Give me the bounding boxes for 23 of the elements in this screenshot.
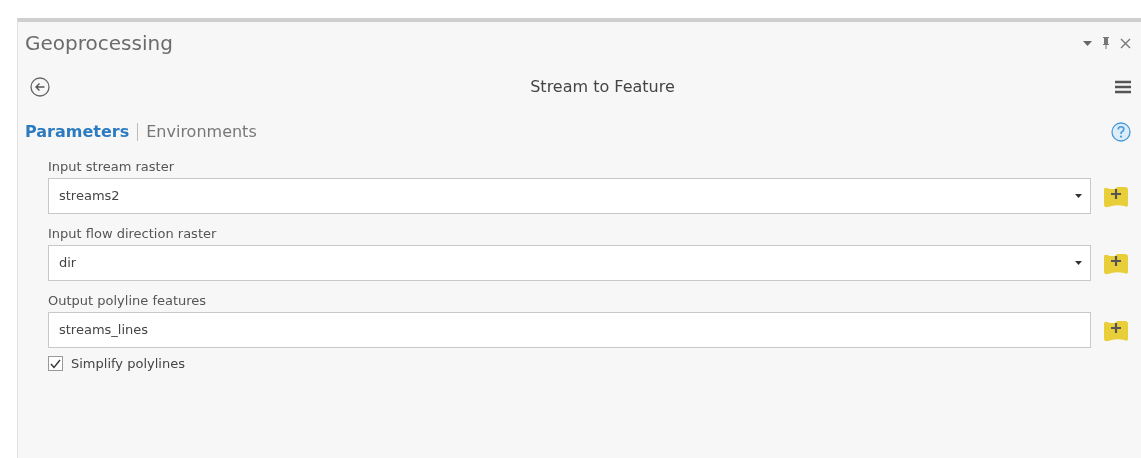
field-label: Input flow direction raster	[48, 225, 218, 243]
field-label: Output polyline features	[48, 292, 208, 310]
menu-icon[interactable]	[1115, 80, 1131, 94]
dropdown-field[interactable]: dir	[48, 245, 1091, 281]
tool-title: Stream to Feature	[530, 76, 675, 98]
add-folder-icon[interactable]	[1103, 251, 1129, 275]
back-icon[interactable]	[30, 77, 50, 97]
field-label: Input stream raster	[48, 158, 175, 176]
dropdown-field[interactable]: streams2	[48, 178, 1091, 214]
caret-icon	[1075, 194, 1082, 198]
pane-title: Geoprocessing	[25, 30, 173, 57]
checkbox[interactable]	[48, 356, 63, 372]
close-icon[interactable]	[1120, 37, 1131, 49]
caret-icon	[1075, 261, 1082, 265]
tab[interactable]: Parameters	[25, 120, 130, 144]
checkbox-label: Simplify polylines	[71, 355, 185, 373]
dropdown-icon[interactable]	[1083, 40, 1092, 46]
pin-icon[interactable]	[1102, 37, 1110, 49]
add-folder-icon[interactable]	[1103, 318, 1129, 342]
add-folder-icon[interactable]	[1103, 184, 1129, 208]
input-field[interactable]: streams_lines	[48, 312, 1091, 348]
tab[interactable]: Environments	[146, 120, 257, 144]
help-icon[interactable]	[1111, 122, 1131, 142]
